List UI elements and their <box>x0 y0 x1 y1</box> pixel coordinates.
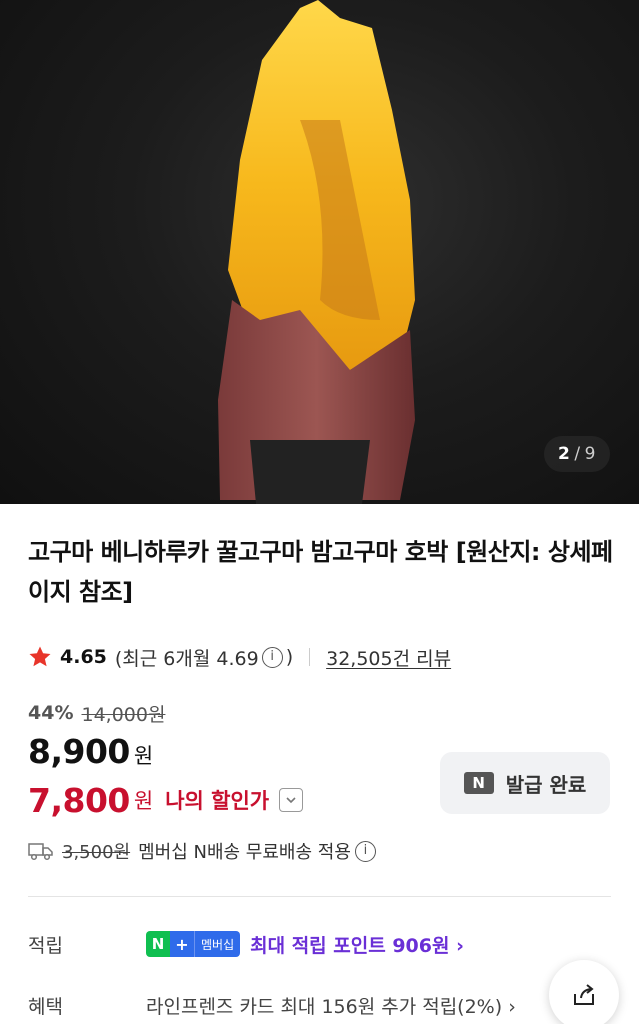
coupon-label: 발급 완료 <box>505 772 587 797</box>
chevron-down-icon[interactable] <box>279 788 304 812</box>
truck-icon <box>28 843 53 861</box>
discount-percent: 44% <box>28 702 74 724</box>
share-icon <box>574 984 594 1005</box>
coupon-issued-button[interactable]: N 발급 완료 <box>440 752 610 814</box>
product-title: 고구마 베니하루카 꿀고구마 밤고구마 호박 [원산지: 상세페이지 참조] <box>28 538 613 606</box>
share-button[interactable] <box>549 960 619 1024</box>
benefit-row[interactable]: 혜택 라인프렌즈 카드 최대 156원 추가 적립(2%) › <box>28 990 516 1020</box>
image-counter-separator: / <box>574 444 581 464</box>
info-icon[interactable]: i <box>354 840 376 862</box>
shipping-original-fee: 3,500원 <box>62 842 131 863</box>
naver-coupon-icon: N <box>463 772 494 794</box>
original-price: 14,000원 <box>81 703 166 726</box>
info-icon[interactable]: i <box>261 646 283 668</box>
shipping-row: 3,500원 멤버십 N배송 무료배송 적용 i <box>28 836 379 866</box>
sale-price-unit: 원 <box>133 744 154 768</box>
rating-recent: (최근 6개월 4.69 i ) <box>115 644 293 671</box>
my-price-label: 나의 할인가 <box>165 789 270 813</box>
sweet-potato-image <box>218 0 415 504</box>
image-counter-total: 9 <box>584 444 596 464</box>
benefit-key: 혜택 <box>28 995 63 1018</box>
badge-membership: 멤버십 <box>194 931 241 957</box>
my-price: 7,800 <box>28 780 130 820</box>
image-counter-current: 2 <box>558 444 571 464</box>
sale-price: 8,900 <box>28 732 130 771</box>
rating-row: 4.65 (최근 6개월 4.69 i ) 32,505건 리뷰 <box>28 642 451 672</box>
my-price-unit: 원 <box>133 789 154 813</box>
shipping-text: 멤버십 N배송 무료배송 적용 <box>138 842 351 863</box>
rating-recent-close: ) <box>285 646 294 668</box>
points-key: 적립 <box>28 934 63 957</box>
section-divider <box>28 896 611 897</box>
rating-score: 4.65 <box>60 646 107 668</box>
product-image[interactable]: 2 / 9 <box>0 0 639 504</box>
max-points-link[interactable]: 최대 적립 포인트 906원 › <box>250 931 464 958</box>
divider <box>309 648 311 666</box>
reviews-link[interactable]: 32,505건 리뷰 <box>326 644 451 671</box>
badge-plus: + <box>170 931 194 957</box>
badge-n: N <box>146 931 170 957</box>
naver-plus-membership-badge: N + 멤버십 <box>146 931 241 957</box>
benefit-text[interactable]: 라인프렌즈 카드 최대 156원 추가 적립(2%) › <box>146 992 516 1019</box>
image-counter: 2 / 9 <box>544 436 610 472</box>
star-icon <box>29 646 51 667</box>
points-row[interactable]: 적립 N + 멤버십 최대 적립 포인트 906원 › <box>28 929 464 959</box>
rating-recent-text: (최근 6개월 4.69 <box>114 647 259 670</box>
